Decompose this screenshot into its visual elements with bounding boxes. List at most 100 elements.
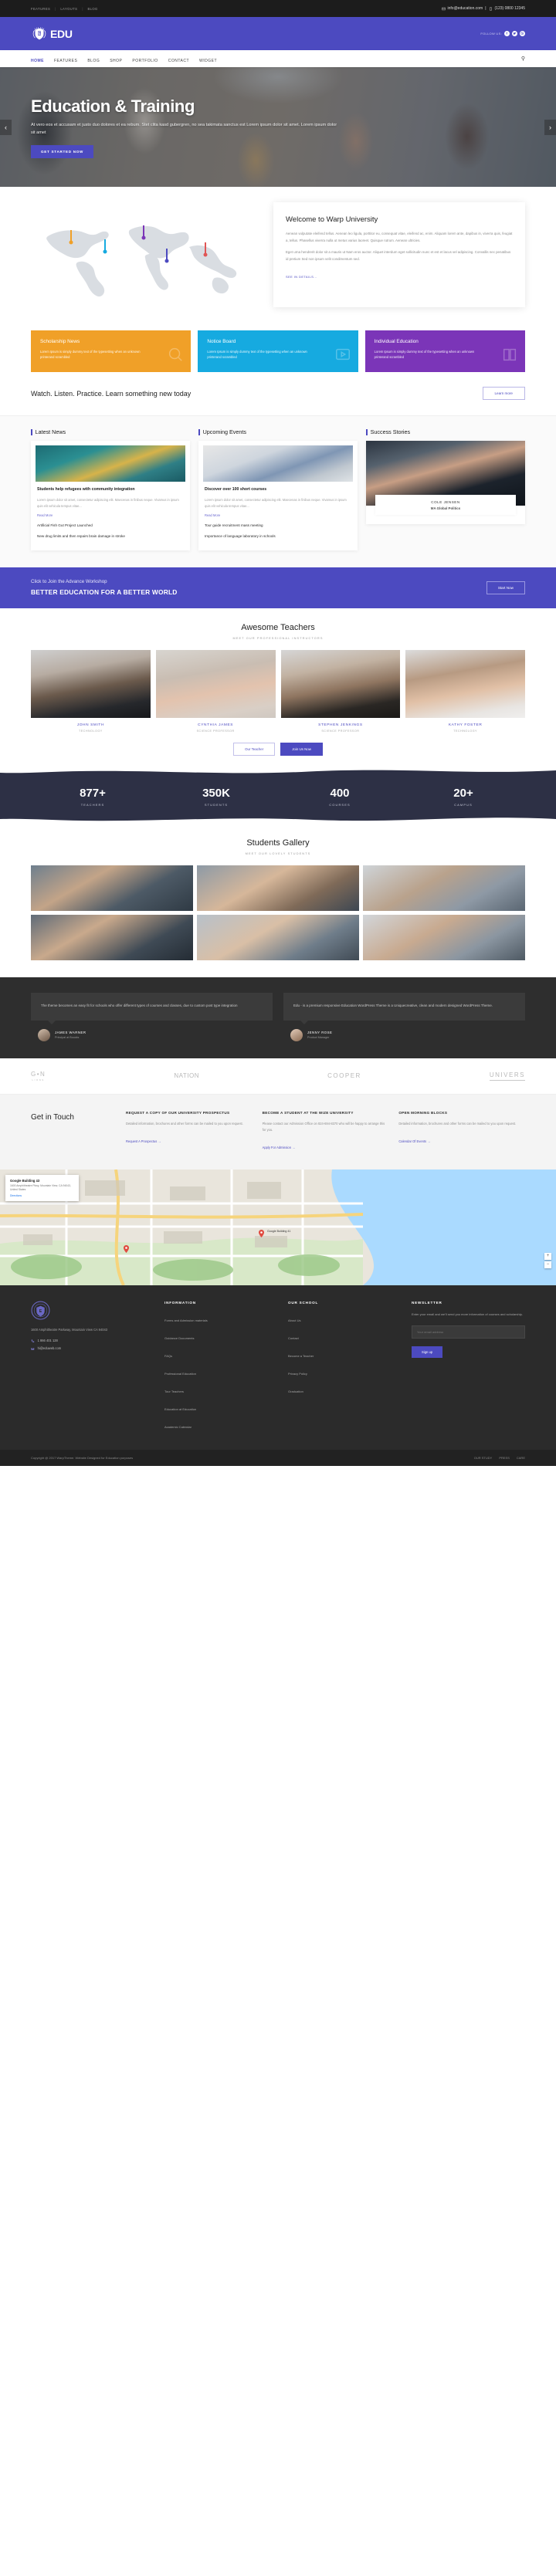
twitter-icon[interactable] xyxy=(512,31,517,36)
teacher-card[interactable]: KATHY FOSTER TECHNOLOGY xyxy=(405,650,525,733)
news-extra-item[interactable]: New drug limits and then repairs brain d… xyxy=(37,533,184,539)
footer-list-item[interactable]: Tour Teachers xyxy=(164,1383,278,1396)
apply-admission-link[interactable]: Apply For Admission → xyxy=(263,1146,296,1149)
topbar-phone[interactable]: (123) 0800 12345 xyxy=(495,6,525,11)
event-card[interactable]: Discover over 100 short courses Lorem ip… xyxy=(198,441,358,551)
feature-card-scholarship[interactable]: Scholarship News Lorem Ipsum is simply d… xyxy=(31,330,192,372)
footer-link[interactable]: Forms and Admission materials xyxy=(164,1318,208,1322)
top-bar-links: FEATURES | LAYOUTS | BLOG xyxy=(31,7,98,11)
nav-item[interactable]: PORTFOLIO xyxy=(132,52,158,66)
workshop-start-button[interactable]: Start Now xyxy=(486,581,525,594)
hero-next-arrow[interactable]: › xyxy=(544,119,556,135)
event-extra-item[interactable]: Tour guide recruitment mass meeting xyxy=(205,523,351,528)
feature-card-notice[interactable]: Notice Board Lorem Ipsum is simply dummy… xyxy=(198,330,358,372)
event-extra-item[interactable]: Importance of language laboratory in sch… xyxy=(205,533,351,539)
nav-link-portfolio[interactable]: PORTFOLIO xyxy=(132,59,158,63)
footer-list-item[interactable]: Guidance Documents xyxy=(164,1329,278,1343)
hero-prev-arrow[interactable]: ‹ xyxy=(0,119,12,135)
topbar-link-blog[interactable]: BLOG xyxy=(87,7,97,11)
dribbble-icon[interactable] xyxy=(520,31,525,36)
nav-link-widget[interactable]: WIDGET xyxy=(199,59,217,63)
nav-item[interactable]: WIDGET xyxy=(199,52,217,66)
footer-link[interactable]: About Us xyxy=(288,1318,300,1322)
map-pin-icon[interactable] xyxy=(259,1229,264,1237)
news-card[interactable]: Students help refugees with community in… xyxy=(31,441,190,551)
footer-list-item[interactable]: Graduation xyxy=(288,1383,402,1396)
join-us-now-button[interactable]: Join Us Now xyxy=(280,743,323,757)
map-zoom-out-button[interactable]: − xyxy=(544,1261,551,1268)
topbar-email[interactable]: info@education.com xyxy=(448,6,483,11)
teacher-card[interactable]: STEPHEN JENKINGS SCIENCE PROFESSOR xyxy=(280,650,401,733)
footer-list-item[interactable]: Privacy Policy xyxy=(288,1365,402,1379)
gallery-image[interactable] xyxy=(363,865,525,912)
news-extra-item[interactable]: Artificial Fish Gut Project Launched xyxy=(37,523,184,528)
teacher-card[interactable]: CYNTHIA JAMES SCIENCE PROFESSOR xyxy=(155,650,276,733)
topbar-link-layouts[interactable]: LAYOUTS xyxy=(60,7,77,11)
footer-email-row[interactable]: hi@eduweb.com xyxy=(31,1346,154,1350)
footer-link[interactable]: Contact xyxy=(288,1336,299,1340)
gallery-image[interactable] xyxy=(31,865,193,912)
footer-phone-row[interactable]: 1 866 401 128 xyxy=(31,1339,154,1342)
topbar-link-features[interactable]: FEATURES xyxy=(31,7,50,11)
nav-item[interactable]: SHOP xyxy=(110,52,122,66)
gallery-image[interactable] xyxy=(31,915,193,961)
nav-item[interactable]: FEATURES xyxy=(54,52,77,66)
footer-list-item[interactable]: FAQs xyxy=(164,1347,278,1361)
newsletter-email-input[interactable] xyxy=(412,1325,525,1339)
footer-list-item[interactable]: Contact xyxy=(288,1329,402,1343)
our-teacher-button[interactable]: Our Teacher xyxy=(233,743,276,757)
event-read-more-link[interactable]: Read More xyxy=(205,513,351,517)
map-zoom-in-button[interactable]: + xyxy=(544,1252,551,1260)
gallery-image[interactable] xyxy=(197,865,359,912)
nav-link-features[interactable]: FEATURES xyxy=(54,59,77,63)
gallery-image[interactable] xyxy=(363,915,525,961)
welcome-title: Welcome to Warp University xyxy=(286,215,378,224)
map-info-card[interactable]: Google Building 43 1600 Amphitheatre Pkw… xyxy=(5,1174,79,1201)
copyright-link-press[interactable]: PRESS xyxy=(499,1456,510,1460)
stat-value: 20+ xyxy=(453,787,473,801)
copyright-link-care[interactable]: CARE xyxy=(517,1456,525,1460)
news-read-more-link[interactable]: Read More xyxy=(37,513,184,517)
footer-link[interactable]: Privacy Policy xyxy=(288,1372,307,1376)
footer-link[interactable]: FAQs xyxy=(164,1354,172,1358)
welcome-details-link[interactable]: SEE IN DETAILS... xyxy=(286,275,317,279)
world-map-graphic xyxy=(31,207,263,307)
gallery-image[interactable] xyxy=(197,915,359,961)
footer-list-item[interactable]: About Us xyxy=(288,1312,402,1325)
teacher-card[interactable]: JOHN SMITH TECHNOLOGY xyxy=(31,650,151,733)
footer-list-item[interactable]: Become a Teacher xyxy=(288,1347,402,1361)
footer-link[interactable]: Professional Education xyxy=(164,1372,196,1376)
footer-link[interactable]: Academic Calendar xyxy=(164,1425,192,1429)
copyright-link-our-study[interactable]: OUR STUDY xyxy=(474,1456,493,1460)
nav-item[interactable]: BLOG xyxy=(87,52,100,66)
feature-card-individual[interactable]: Individual Education Lorem Ipsum is simp… xyxy=(364,330,525,372)
facebook-icon[interactable] xyxy=(504,31,510,36)
wave-top-decoration xyxy=(0,768,556,773)
footer-link[interactable]: Graduation xyxy=(288,1390,303,1393)
nav-link-contact[interactable]: CONTACT xyxy=(168,59,189,63)
map-directions-link[interactable]: Directions xyxy=(10,1194,74,1197)
nav-link-blog[interactable]: BLOG xyxy=(87,59,100,63)
newsletter-signup-button[interactable]: Sign up xyxy=(412,1346,443,1359)
nav-link-home[interactable]: HOME xyxy=(31,59,44,63)
footer-list-item[interactable]: Academic Calendar xyxy=(164,1418,278,1432)
request-prospectus-link[interactable]: Request A Prospectus → xyxy=(126,1139,161,1143)
calendar-events-link[interactable]: Calendar Of Events → xyxy=(398,1139,430,1143)
site-logo[interactable]: E EDU xyxy=(31,25,73,42)
footer-link[interactable]: Education at Education xyxy=(164,1407,196,1411)
hero-cta-button[interactable]: GET STARTED NOW xyxy=(31,144,94,158)
footer-list-item[interactable]: Forms and Admission materials xyxy=(164,1312,278,1325)
footer-link[interactable]: Tour Teachers xyxy=(164,1390,184,1393)
footer-link[interactable]: Guidance Documents xyxy=(164,1336,194,1340)
footer-link[interactable]: Become a Teacher xyxy=(288,1354,314,1358)
search-icon[interactable]: ⚲ xyxy=(521,56,525,62)
map-pin-icon[interactable] xyxy=(124,1244,129,1253)
footer-list-item[interactable]: Professional Education xyxy=(164,1365,278,1379)
location-map[interactable]: Google Building 43 1600 Amphitheatre Pkw… xyxy=(0,1169,556,1285)
story-card[interactable]: COLE JENSEN MA Global Politics xyxy=(366,441,525,524)
footer-list-item[interactable]: Education at Education xyxy=(164,1400,278,1414)
nav-item[interactable]: CONTACT xyxy=(168,52,189,66)
nav-item[interactable]: HOME xyxy=(31,52,44,66)
nav-link-shop[interactable]: SHOP xyxy=(110,59,122,63)
learn-more-button[interactable]: Learn more xyxy=(482,387,525,400)
